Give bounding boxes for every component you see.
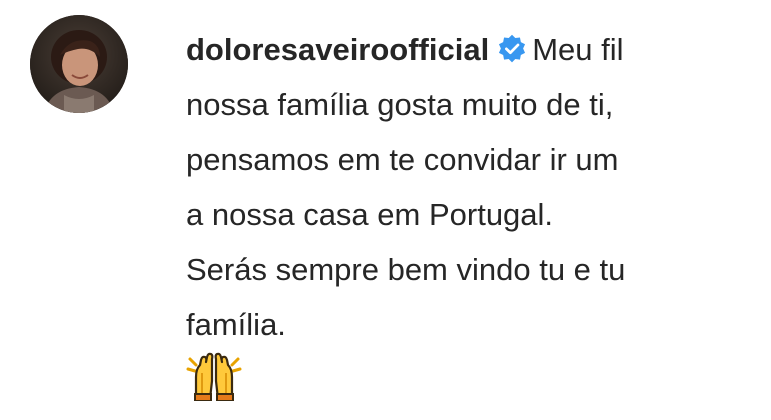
comment-line-1: doloresaveiroofficial Meu fil — [186, 22, 771, 77]
comment-line-5: Serás sempre bem vindo tu e tu — [186, 252, 626, 287]
avatar-photo — [30, 15, 128, 113]
comment-line-4: a nossa casa em Portugal. — [186, 197, 554, 232]
comment-text: doloresaveiroofficial Meu fil nossa famí… — [186, 22, 771, 352]
avatar[interactable] — [30, 15, 128, 113]
comment-row: doloresaveiroofficial Meu fil nossa famí… — [0, 0, 771, 420]
comment-text-segment: Meu fil — [532, 32, 624, 67]
comment-line-6: família. — [186, 307, 286, 342]
comment-line-3: pensamos em te convidar ir um — [186, 142, 619, 177]
comment-line-2: nossa família gosta muito de ti, — [186, 87, 614, 122]
raising-hands-emoji-icon — [186, 351, 242, 402]
username-link[interactable]: doloresaveiroofficial — [186, 32, 489, 67]
verified-badge-icon — [499, 34, 526, 63]
